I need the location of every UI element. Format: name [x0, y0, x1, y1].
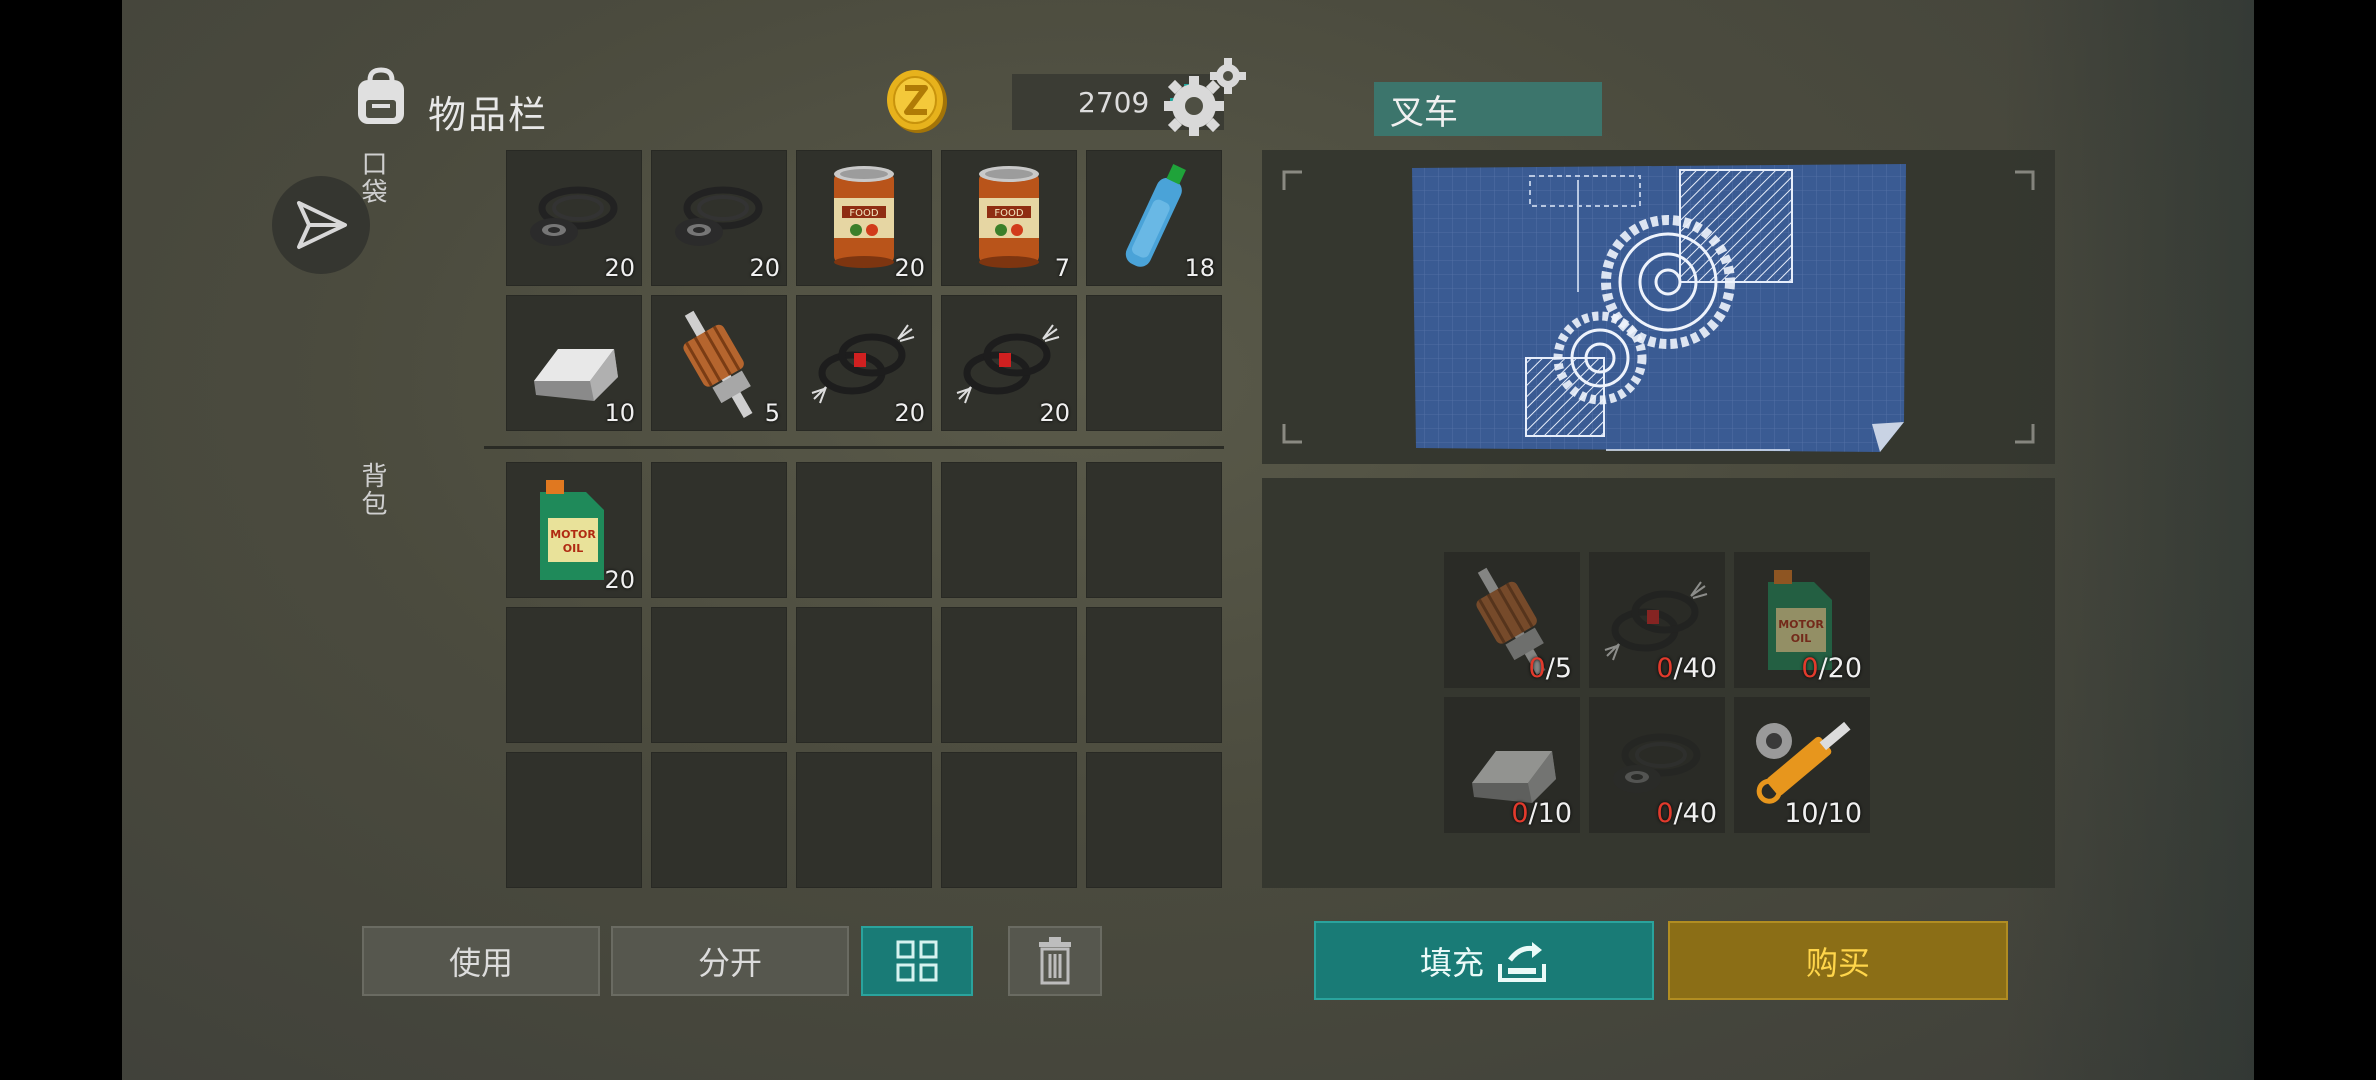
item-count: 20 [1039, 399, 1070, 427]
grid-sort-icon [896, 940, 938, 982]
pocket-slot[interactable]: 20 [651, 150, 787, 286]
requirement-count: 0/40 [1656, 653, 1717, 684]
pocket-slot[interactable]: 10 [506, 295, 642, 431]
requirement-slot[interactable]: 0/40 [1589, 697, 1725, 833]
backpack-slot[interactable] [651, 462, 787, 598]
buy-button[interactable]: 购买 [1668, 921, 2008, 1000]
requirement-slot[interactable]: MOTOR OIL 0/20 [1734, 552, 1870, 688]
pocket-slot[interactable]: 20 [796, 295, 932, 431]
item-count: 20 [604, 254, 635, 282]
backpack-slot[interactable]: MOTOR OIL 20 [506, 462, 642, 598]
requirement-count: 0/40 [1656, 798, 1717, 829]
requirement-slot[interactable]: 0/5 [1444, 552, 1580, 688]
pocket-slot[interactable]: 18 [1086, 150, 1222, 286]
coin-icon [887, 70, 947, 133]
pocket-slot[interactable] [1086, 295, 1222, 431]
backpack-slot[interactable] [506, 752, 642, 888]
svg-text:FOOD: FOOD [994, 208, 1023, 219]
requirements-panel: 0/5 0/40 MOTOR OIL 0/20 0/10 0/40 10/10 [1262, 478, 2055, 888]
pocket-slot[interactable]: 20 [941, 295, 1077, 431]
requirement-count: 0/20 [1801, 653, 1862, 684]
requirement-slot[interactable]: 0/10 [1444, 697, 1580, 833]
backpack-icon [358, 67, 404, 124]
game-screen: 物品栏 2709 口袋 背包 20 20 FOOD 20 FOOD 7 18 1… [122, 0, 2254, 1080]
requirement-count: 0/10 [1511, 798, 1572, 829]
divider [484, 446, 1224, 449]
backpack-slot[interactable] [1086, 607, 1222, 743]
backpack-slot[interactable] [796, 607, 932, 743]
item-count: 20 [894, 254, 925, 282]
coin-amount: 2709 [1078, 85, 1150, 119]
backpack-slot[interactable] [941, 462, 1077, 598]
svg-text:MOTOR: MOTOR [550, 528, 596, 541]
item-count: 5 [764, 399, 780, 427]
item-count: 7 [1054, 254, 1070, 282]
svg-text:FOOD: FOOD [849, 208, 878, 219]
blueprint-panel [1262, 150, 2055, 464]
craft-item-title: 叉车 [1374, 82, 1602, 136]
sort-button[interactable] [861, 926, 973, 996]
backpack-slot[interactable] [651, 607, 787, 743]
send-arrow-icon [297, 201, 347, 249]
requirement-slot[interactable]: 10/10 [1734, 697, 1870, 833]
fill-button[interactable]: 填充 [1314, 921, 1654, 1000]
backpack-slot[interactable] [506, 607, 642, 743]
use-button[interactable]: 使用 [362, 926, 600, 996]
backpack-slot[interactable] [651, 752, 787, 888]
item-count: 20 [749, 254, 780, 282]
delete-button[interactable] [1008, 926, 1102, 996]
requirement-count: 0/5 [1528, 653, 1572, 684]
svg-text:OIL: OIL [1791, 632, 1811, 645]
pocket-slot[interactable]: FOOD 20 [796, 150, 932, 286]
backpack-label: 背包 [357, 462, 387, 518]
item-count: 20 [604, 566, 635, 594]
gears-icon [1164, 58, 1246, 136]
pocket-label: 口袋 [357, 150, 387, 206]
svg-text:OIL: OIL [563, 542, 583, 555]
requirement-slot[interactable]: 0/40 [1589, 552, 1725, 688]
backpack-slot[interactable] [796, 462, 932, 598]
backpack-slot[interactable] [1086, 752, 1222, 888]
item-count: 10 [604, 399, 635, 427]
backpack-slot[interactable] [941, 607, 1077, 743]
backpack-slot[interactable] [941, 752, 1077, 888]
svg-text:MOTOR: MOTOR [1778, 618, 1824, 631]
item-count: 18 [1184, 254, 1215, 282]
backpack-slot[interactable] [796, 752, 932, 888]
item-count: 20 [894, 399, 925, 427]
trash-icon [1039, 937, 1071, 985]
pocket-slot[interactable]: 5 [651, 295, 787, 431]
fill-label: 填充 [1419, 943, 1484, 982]
pocket-slot[interactable]: 20 [506, 150, 642, 286]
split-button[interactable]: 分开 [611, 926, 849, 996]
fill-arrow-icon [1498, 941, 1546, 982]
blueprint-gear-image [1412, 164, 1906, 452]
pocket-slot[interactable]: FOOD 7 [941, 150, 1077, 286]
inventory-title: 物品栏 [428, 93, 549, 137]
requirement-count: 10/10 [1784, 798, 1862, 829]
backpack-slot[interactable] [1086, 462, 1222, 598]
